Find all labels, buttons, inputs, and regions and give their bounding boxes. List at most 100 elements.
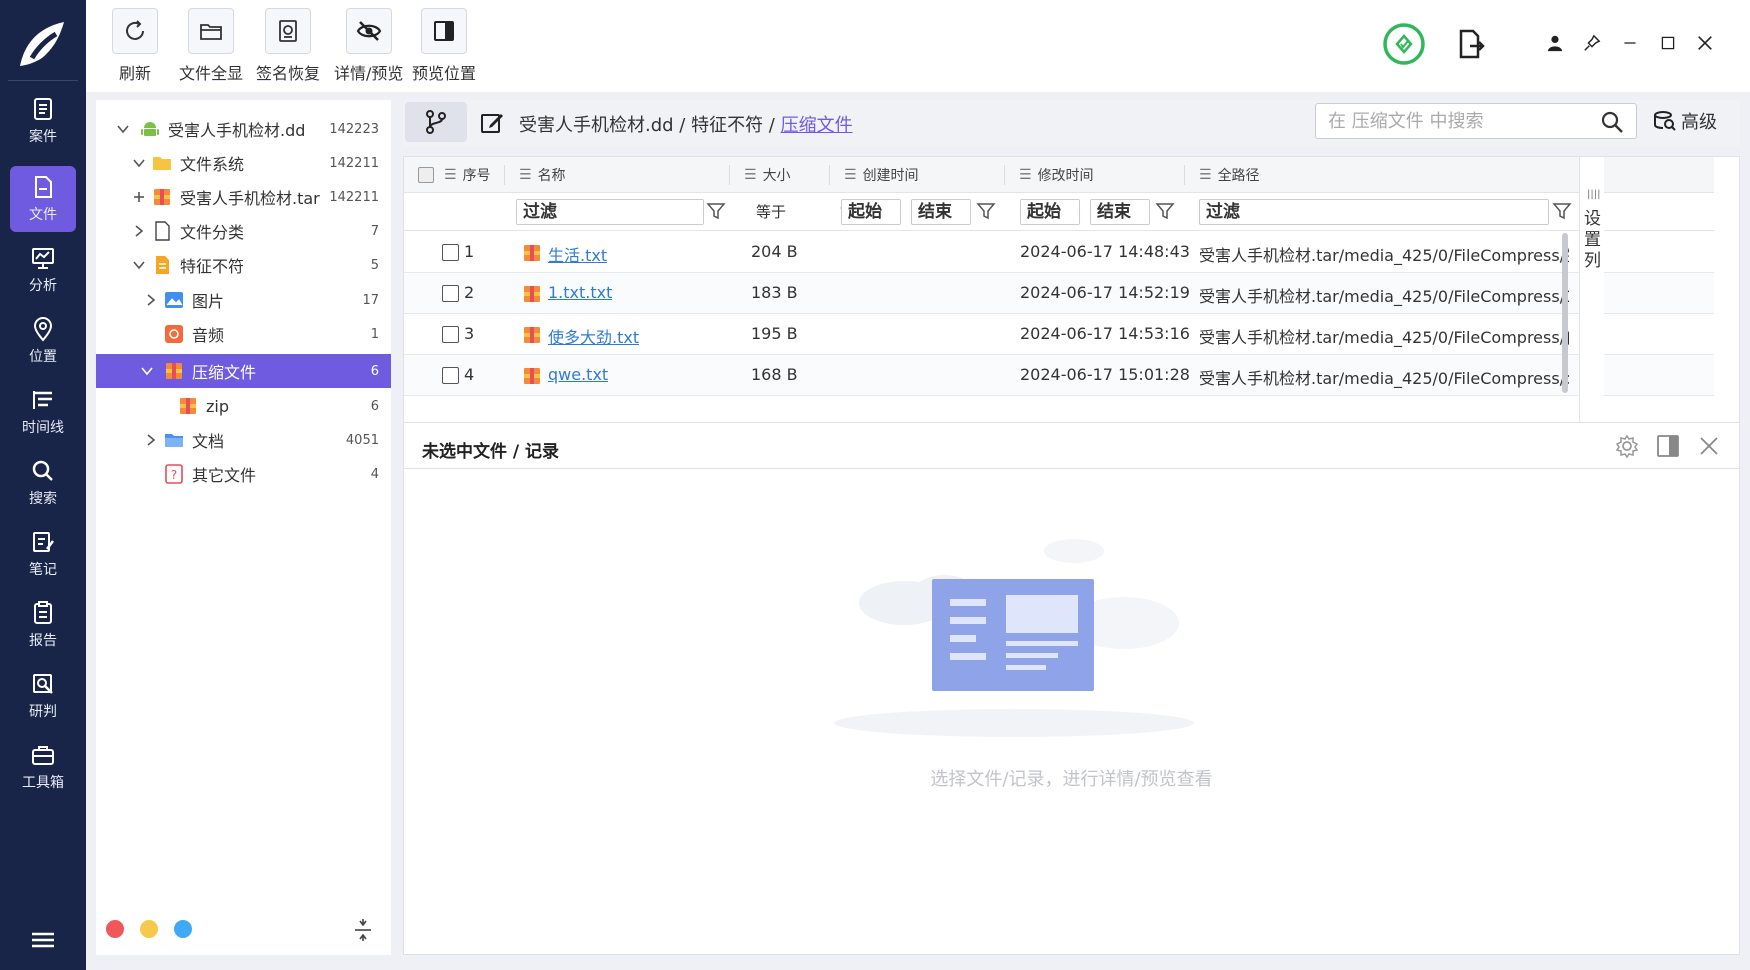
column-header-modified[interactable]: ☰ 修改时间 (1019, 157, 1094, 193)
tree-item-zip[interactable]: zip 6 (96, 389, 391, 423)
user-button[interactable] (1538, 26, 1572, 60)
modified-start-input[interactable]: 起始 (1020, 199, 1080, 225)
table-row[interactable]: 4 qwe.txt 168 B 2024-06-17 15:01:28 受害人手… (404, 355, 1714, 396)
chevron-right-icon[interactable] (144, 293, 158, 307)
table-row[interactable]: 1 生活.txt 204 B 2024-06-17 14:48:43 受害人手机… (404, 232, 1714, 273)
maximize-button[interactable] (1651, 26, 1685, 60)
column-label: 大小 (762, 168, 791, 184)
row-name-link[interactable]: qwe.txt (548, 365, 608, 384)
export-icon[interactable] (1456, 28, 1486, 60)
row-checkbox[interactable] (442, 244, 459, 261)
tree-item-count: 6 (370, 363, 379, 379)
nav-item-location[interactable]: 位置 (10, 308, 76, 374)
chevron-down-icon[interactable] (132, 156, 146, 170)
show-all-label: 文件全显 (179, 64, 244, 83)
nav-item-timeline[interactable]: 时间线 (10, 379, 76, 445)
tree-item-evidence-dd[interactable]: 受害人手机检材.dd 142223 (96, 112, 391, 146)
nav-item-notes[interactable]: 笔记 (10, 521, 76, 587)
nav-label: 案件 (29, 129, 57, 145)
column-header-name[interactable]: ☰ 名称 (519, 157, 566, 193)
nav-item-report[interactable]: 报告 (10, 592, 76, 658)
column-header-size[interactable]: ☰ 大小 (744, 157, 791, 193)
filter-icon[interactable] (976, 201, 996, 221)
search-icon[interactable] (1600, 110, 1624, 134)
filter-icon[interactable] (1155, 201, 1175, 221)
row-name-link[interactable]: 使多大劲.txt (548, 324, 639, 348)
minimize-button[interactable] (1613, 26, 1647, 60)
refresh-button[interactable]: 刷新 (112, 8, 158, 84)
tree-item-filesystem[interactable]: 文件系统 142211 (96, 146, 391, 180)
column-header-index[interactable]: ☰ 序号 (444, 157, 491, 193)
search-input[interactable] (1316, 104, 1586, 138)
chevron-down-icon[interactable] (140, 364, 154, 378)
nav-item-file[interactable]: 文件 (10, 166, 76, 232)
breadcrumb-parent[interactable]: 受害人手机检材.dd / 特征不符 / (519, 115, 781, 136)
column-divider[interactable] (504, 165, 505, 185)
nav-item-search[interactable]: 搜索 (10, 450, 76, 516)
column-divider[interactable] (1184, 165, 1185, 185)
filter-icon[interactable] (706, 201, 726, 221)
pin-button[interactable] (1575, 26, 1609, 60)
created-end-input[interactable]: 结束 (911, 199, 971, 225)
column-header-path[interactable]: ☰ 全路径 (1199, 157, 1260, 193)
path-filter-input[interactable]: 过滤 (1199, 199, 1549, 225)
nav-item-case[interactable]: 案件 (10, 88, 76, 154)
edit-icon[interactable] (479, 110, 505, 136)
created-start-input[interactable]: 起始 (841, 199, 901, 225)
name-filter-input[interactable]: 过滤 (516, 199, 704, 225)
size-operator-select[interactable]: 等于▼ (756, 199, 848, 225)
detail-preview-button[interactable]: 详情/预览 (334, 8, 403, 84)
nav-item-toolbox[interactable]: 工具箱 (10, 734, 76, 800)
tree-item-mismatch[interactable]: 特征不符 5 (96, 248, 391, 282)
modified-end-input[interactable]: 结束 (1090, 199, 1150, 225)
tree-item-images[interactable]: 图片 17 (96, 283, 391, 317)
column-divider[interactable] (729, 165, 730, 185)
table-row[interactable]: 2 1.txt.txt 183 B 2024-06-17 14:52:19 受害… (404, 273, 1714, 314)
table-row[interactable]: 3 使多大劲.txt 195 B 2024-06-17 14:53:16 受害人… (404, 314, 1714, 355)
tree-item-other-files[interactable]: ? 其它文件 4 (96, 457, 391, 491)
shield-status-icon[interactable] (1382, 22, 1426, 66)
breadcrumb-current[interactable]: 压缩文件 (781, 115, 853, 136)
detail-panel: 未选中文件 / 记录 选择文件/记录，进行详情/预览查看 (403, 422, 1740, 955)
filter-icon[interactable] (1552, 201, 1572, 221)
row-name-link[interactable]: 1.txt.txt (548, 283, 612, 302)
branch-button[interactable] (405, 102, 467, 142)
path-bar: 受害人手机检材.dd / 特征不符 / 压缩文件 高级 (403, 100, 1740, 146)
set-columns-button[interactable]: |||| 设置列 (1579, 157, 1604, 447)
close-icon[interactable] (1696, 433, 1722, 459)
column-header-created[interactable]: ☰ 创建时间 (844, 157, 919, 193)
tree-item-file-category[interactable]: 文件分类 7 (96, 214, 391, 248)
collapse-all-icon[interactable] (351, 918, 375, 942)
nav-item-analysis[interactable]: 分析 (10, 237, 76, 303)
chevron-right-icon[interactable] (144, 433, 158, 447)
preview-position-button[interactable]: 预览位置 (412, 8, 476, 84)
row-checkbox[interactable] (442, 285, 459, 302)
column-label: 修改时间 (1037, 168, 1094, 184)
chevron-down-icon[interactable] (116, 122, 130, 136)
menu-icon[interactable] (30, 930, 56, 950)
vertical-scrollbar[interactable] (1562, 233, 1568, 393)
column-divider[interactable] (1004, 165, 1005, 185)
chevron-down-icon[interactable] (132, 258, 146, 272)
tree-item-audio[interactable]: 音频 1 (96, 317, 391, 351)
select-all-checkbox[interactable] (418, 157, 434, 193)
show-all-button[interactable]: 文件全显 (179, 8, 243, 84)
gear-icon[interactable] (1614, 433, 1640, 459)
close-button[interactable] (1688, 26, 1722, 60)
column-divider[interactable] (829, 165, 830, 185)
nav-item-judgement[interactable]: 研判 (10, 663, 76, 729)
row-name-link[interactable]: 生活.txt (548, 242, 607, 266)
row-checkbox[interactable] (442, 326, 459, 343)
archive-icon (180, 398, 196, 414)
advanced-search-button[interactable]: 高级 (1653, 108, 1717, 134)
chevron-right-icon[interactable] (132, 224, 146, 238)
tree-item-evidence-tar[interactable]: 受害人手机检材.tar 142211 (96, 180, 391, 214)
tree-item-documents[interactable]: 文档 4051 (96, 423, 391, 457)
row-checkbox[interactable] (442, 367, 459, 384)
tree-item-compressed[interactable]: 压缩文件 6 (96, 354, 391, 388)
plus-icon[interactable] (132, 190, 146, 204)
tree-item-label: 音频 (192, 326, 225, 345)
signature-restore-button[interactable]: 签名恢复 (256, 8, 320, 84)
panel-right-icon[interactable] (1655, 433, 1681, 459)
toolbar: 刷新 文件全显 签名恢复 详情/预览 预览位置 (86, 0, 1750, 92)
